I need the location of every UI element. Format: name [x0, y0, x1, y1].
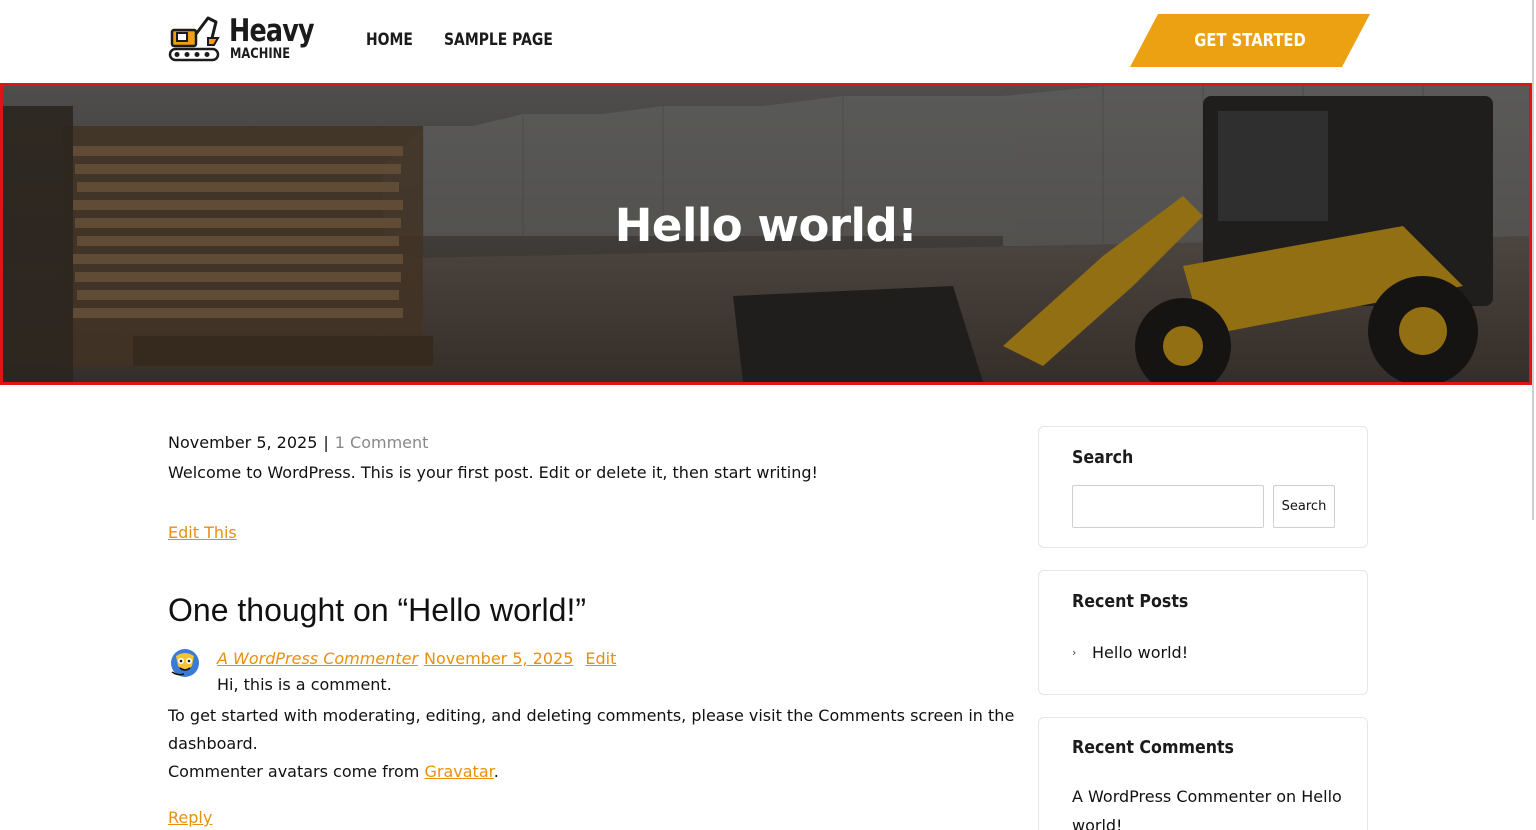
comment-author-link[interactable]: A WordPress Commenter [217, 649, 418, 668]
edit-post-link[interactable]: Edit This [168, 523, 237, 542]
post-meta: November 5, 2025 | 1 Comment [168, 433, 428, 452]
search-widget: Search Search [1038, 426, 1368, 548]
recent-comment-item[interactable]: A WordPress Commenter on Hello world! [1072, 782, 1342, 830]
reply-link[interactable]: Reply [168, 808, 212, 827]
comment-edit-link[interactable]: Edit [585, 649, 616, 668]
meta-separator: | [323, 433, 329, 452]
scrollbar-track[interactable] [1532, 0, 1534, 520]
page-hero-banner: Hello world! [0, 83, 1532, 385]
site-header: Heavy MACHINE HOME SAMPLE PAGE GET START… [0, 0, 1536, 83]
get-started-label: GET STARTED [1194, 30, 1306, 51]
logo-subtitle: MACHINE [230, 46, 291, 62]
post-date: November 5, 2025 [168, 433, 318, 452]
recent-post-item[interactable]: › Hello world! [1072, 643, 1188, 662]
get-started-button[interactable]: GET STARTED [1130, 14, 1370, 67]
recent-posts-title: Recent Posts [1072, 591, 1189, 612]
comment-body: To get started with moderating, editing,… [168, 702, 1018, 786]
logo-title: Heavy [229, 13, 315, 49]
search-button[interactable]: Search [1273, 485, 1335, 528]
comments-heading: One thought on “Hello world!” [168, 592, 586, 628]
chevron-right-icon: › [1072, 646, 1077, 659]
commenter-avatar-icon [171, 649, 199, 677]
site-logo[interactable]: Heavy MACHINE [168, 12, 318, 64]
page-title: Hello world! [614, 199, 918, 252]
comment-body-line-2-text: Commenter avatars come from [168, 762, 425, 781]
search-widget-title: Search [1072, 447, 1134, 468]
post-content: Welcome to WordPress. This is your first… [168, 463, 818, 482]
comments-count-link[interactable]: 1 Comment [335, 433, 429, 452]
search-input[interactable] [1072, 485, 1264, 528]
excavator-logo-icon [168, 16, 220, 62]
comment-body-line-2: Commenter avatars come from Gravatar. [168, 758, 1018, 786]
comment-body-line-2-suffix: . [493, 762, 499, 781]
recent-post-label: Hello world! [1092, 643, 1189, 662]
recent-comments-title: Recent Comments [1072, 737, 1234, 758]
gravatar-link[interactable]: Gravatar [424, 762, 493, 781]
comment-date-link[interactable]: November 5, 2025 [424, 649, 573, 668]
comment-short-text: Hi, this is a comment. [217, 675, 392, 694]
comment-body-line-1: To get started with moderating, editing,… [168, 706, 1015, 753]
recent-comments-widget: Recent Comments A WordPress Commenter on… [1038, 717, 1368, 830]
comment-meta: A WordPress Commenter November 5, 2025 Edi… [217, 649, 616, 668]
recent-posts-widget: Recent Posts › Hello world! [1038, 570, 1368, 695]
nav-item-home[interactable]: HOME [366, 30, 413, 50]
nav-item-sample-page[interactable]: SAMPLE PAGE [444, 30, 553, 50]
